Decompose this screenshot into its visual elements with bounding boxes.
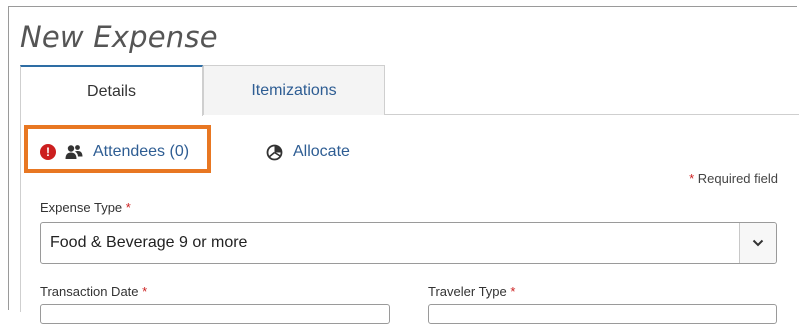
required-marker: * <box>142 284 148 299</box>
required-marker: * <box>125 200 131 215</box>
alert-exclamation-icon: ! <box>40 144 56 160</box>
transaction-date-label-text: Transaction Date <box>40 284 139 299</box>
allocate-link[interactable]: Allocate <box>266 141 350 163</box>
tab-itemizations[interactable]: Itemizations <box>203 65 385 115</box>
allocate-label: Allocate <box>293 143 350 160</box>
traveler-type-select[interactable] <box>428 304 777 324</box>
traveler-type-label-text: Traveler Type <box>428 284 507 299</box>
traveler-type-label: Traveler Type * <box>428 284 515 299</box>
tab-itemizations-label: Itemizations <box>251 81 337 99</box>
page-title: New Expense <box>20 20 218 54</box>
expense-type-label-text: Expense Type <box>40 200 123 215</box>
required-marker: * <box>689 171 695 186</box>
pie-chart-icon <box>266 144 283 160</box>
required-field-text: Required field <box>697 171 778 186</box>
transaction-date-input[interactable] <box>40 304 390 324</box>
tab-details-label: Details <box>87 82 136 100</box>
required-marker: * <box>510 284 516 299</box>
chevron-down-icon <box>752 239 764 247</box>
transaction-date-label: Transaction Date * <box>40 284 147 299</box>
expense-type-select[interactable]: Food & Beverage 9 or more <box>40 222 777 264</box>
content-border <box>20 114 21 312</box>
expense-type-label: Expense Type * <box>40 200 131 215</box>
attendees-label: Attendees (0) <box>93 143 190 160</box>
people-icon <box>65 145 83 159</box>
attendees-link[interactable]: ! Attendees (0) <box>40 141 189 163</box>
tab-details[interactable]: Details <box>20 65 203 116</box>
required-field-note: * Required field <box>689 171 778 186</box>
expense-type-value: Food & Beverage 9 or more <box>50 234 248 251</box>
expense-type-dropdown-button[interactable] <box>739 223 776 263</box>
